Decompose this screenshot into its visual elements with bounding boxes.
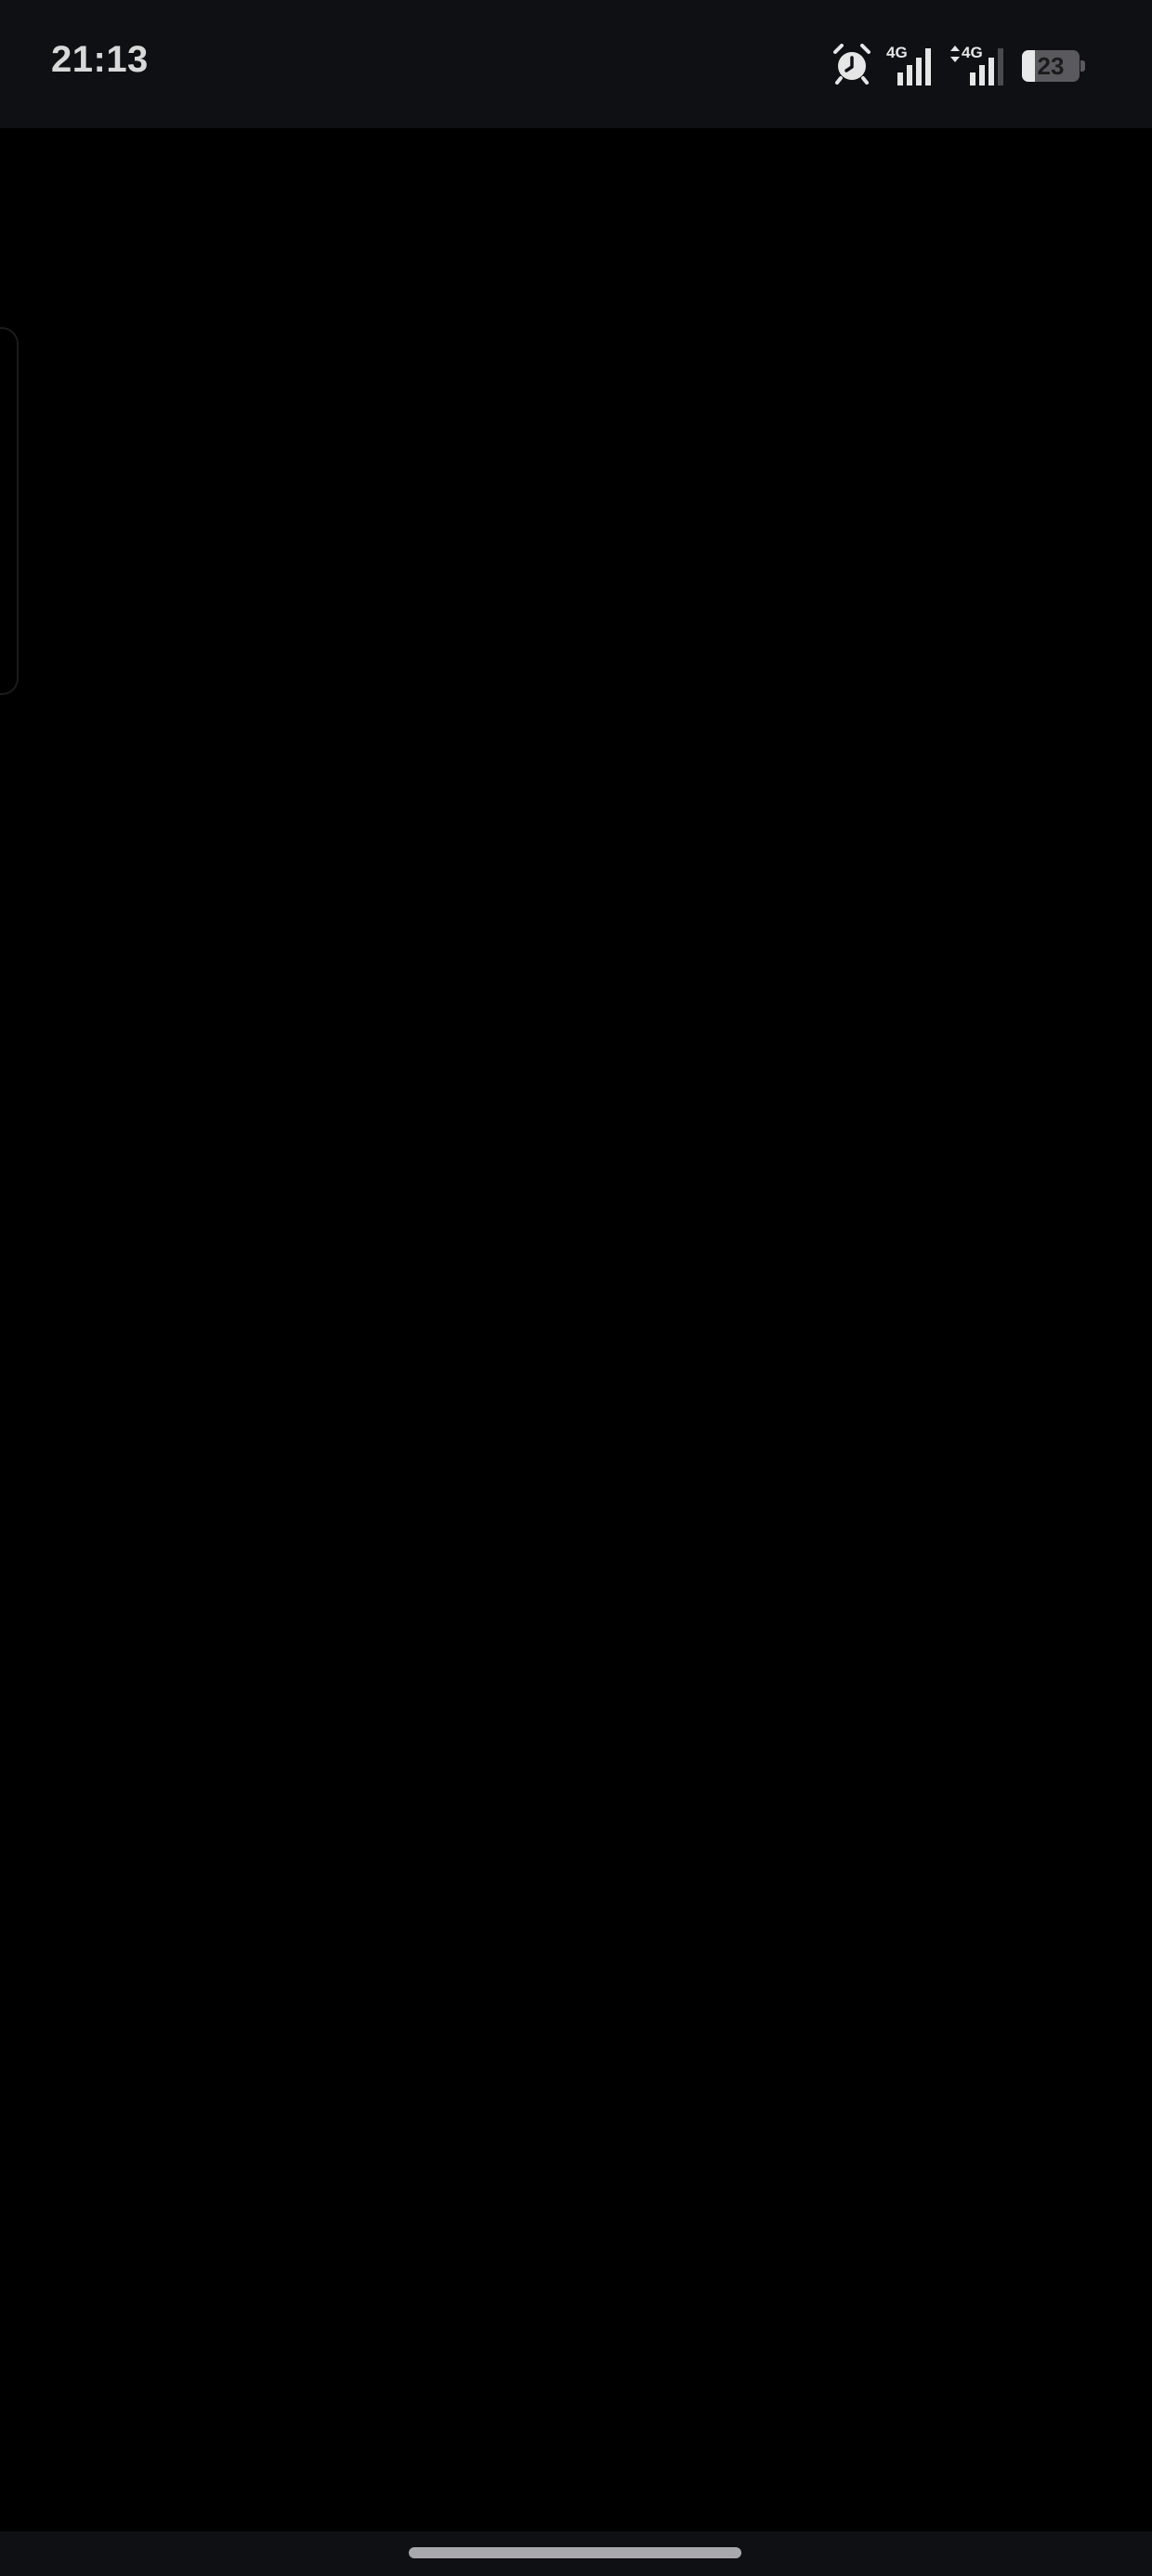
phone-screen: 21:13 4G 4G 23 [0,0,1152,2576]
status-time: 21:13 [51,39,149,80]
signal-icon [970,48,1003,85]
status-bar: 21:13 4G 4G 23 [0,0,1152,128]
sim2-signal: 4G [949,45,1007,87]
alarm-icon [832,43,871,89]
battery-tip [1080,60,1085,72]
sim1-signal: 4G [886,45,935,87]
home-indicator[interactable] [409,2547,741,2558]
battery-icon: 23 [1022,50,1085,82]
signal-icon [897,48,931,85]
navigation-bar [0,2531,1152,2576]
battery-body: 23 [1022,50,1080,82]
edge-panel-handle[interactable] [0,327,19,695]
status-icons: 4G 4G 23 [832,43,1085,89]
battery-level: 23 [1037,52,1065,80]
